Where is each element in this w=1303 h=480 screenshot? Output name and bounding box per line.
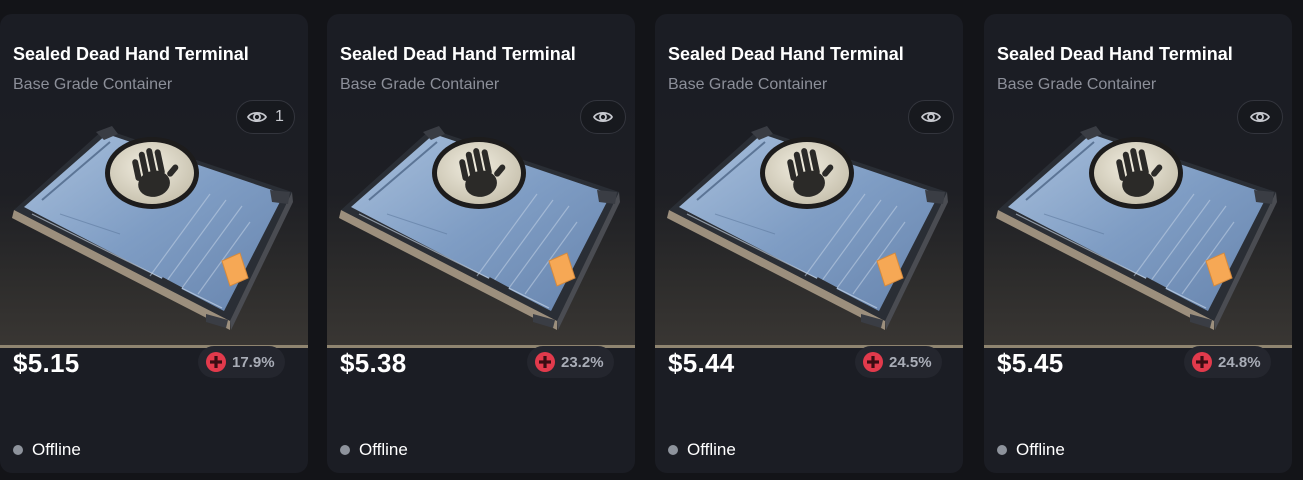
view-button[interactable] bbox=[1237, 100, 1283, 134]
item-image-area bbox=[327, 100, 635, 348]
view-button[interactable] bbox=[580, 100, 626, 134]
product-card[interactable]: Sealed Dead Hand Terminal Base Grade Con… bbox=[0, 14, 308, 473]
discount-badge: 24.5% bbox=[855, 346, 942, 378]
status-label: Offline bbox=[359, 440, 408, 459]
product-card[interactable]: Sealed Dead Hand Terminal Base Grade Con… bbox=[655, 14, 963, 473]
item-image bbox=[11, 125, 294, 331]
status-dot-icon bbox=[997, 445, 1007, 455]
item-price: $5.45 bbox=[997, 348, 1064, 378]
discount-value: 17.9% bbox=[232, 353, 275, 371]
status-label: Offline bbox=[687, 440, 736, 459]
status-label: Offline bbox=[1016, 440, 1065, 459]
discount-badge: 17.9% bbox=[198, 346, 285, 378]
product-card[interactable]: Sealed Dead Hand Terminal Base Grade Con… bbox=[327, 14, 635, 473]
item-price: $5.15 bbox=[13, 348, 80, 378]
status-dot-icon bbox=[668, 445, 678, 455]
status-dot-icon bbox=[340, 445, 350, 455]
plus-circle-icon bbox=[206, 352, 226, 372]
discount-badge: 24.8% bbox=[1184, 346, 1271, 378]
discount-badge: 23.2% bbox=[527, 346, 614, 378]
item-subtitle: Base Grade Container bbox=[668, 76, 828, 93]
item-title: Sealed Dead Hand Terminal bbox=[668, 44, 904, 64]
item-price: $5.38 bbox=[340, 348, 407, 378]
item-image-area bbox=[0, 100, 308, 348]
eye-icon bbox=[1250, 111, 1270, 123]
seller-status: Offline bbox=[997, 440, 1065, 460]
status-dot-icon bbox=[13, 445, 23, 455]
item-title: Sealed Dead Hand Terminal bbox=[997, 44, 1233, 64]
item-image bbox=[995, 125, 1278, 331]
discount-value: 24.8% bbox=[1218, 353, 1261, 371]
item-title: Sealed Dead Hand Terminal bbox=[340, 44, 576, 64]
item-subtitle: Base Grade Container bbox=[340, 76, 500, 93]
eye-icon bbox=[247, 111, 267, 123]
item-title: Sealed Dead Hand Terminal bbox=[13, 44, 249, 64]
item-subtitle: Base Grade Container bbox=[997, 76, 1157, 93]
seller-status: Offline bbox=[13, 440, 81, 460]
view-button[interactable]: 1 bbox=[236, 100, 295, 134]
item-image bbox=[666, 125, 949, 331]
view-button[interactable] bbox=[908, 100, 954, 134]
item-image-area bbox=[655, 100, 963, 348]
status-label: Offline bbox=[32, 440, 81, 459]
seller-status: Offline bbox=[668, 440, 736, 460]
plus-circle-icon bbox=[1192, 352, 1212, 372]
plus-circle-icon bbox=[863, 352, 883, 372]
product-grid: Sealed Dead Hand Terminal Base Grade Con… bbox=[0, 0, 1303, 480]
discount-value: 23.2% bbox=[561, 353, 604, 371]
seller-status: Offline bbox=[340, 440, 408, 460]
item-subtitle: Base Grade Container bbox=[13, 76, 173, 93]
item-image bbox=[338, 125, 621, 331]
eye-icon bbox=[593, 111, 613, 123]
view-count: 1 bbox=[275, 108, 284, 125]
item-image-area bbox=[984, 100, 1292, 348]
plus-circle-icon bbox=[535, 352, 555, 372]
product-card[interactable]: Sealed Dead Hand Terminal Base Grade Con… bbox=[984, 14, 1292, 473]
item-price: $5.44 bbox=[668, 348, 735, 378]
discount-value: 24.5% bbox=[889, 353, 932, 371]
eye-icon bbox=[921, 111, 941, 123]
